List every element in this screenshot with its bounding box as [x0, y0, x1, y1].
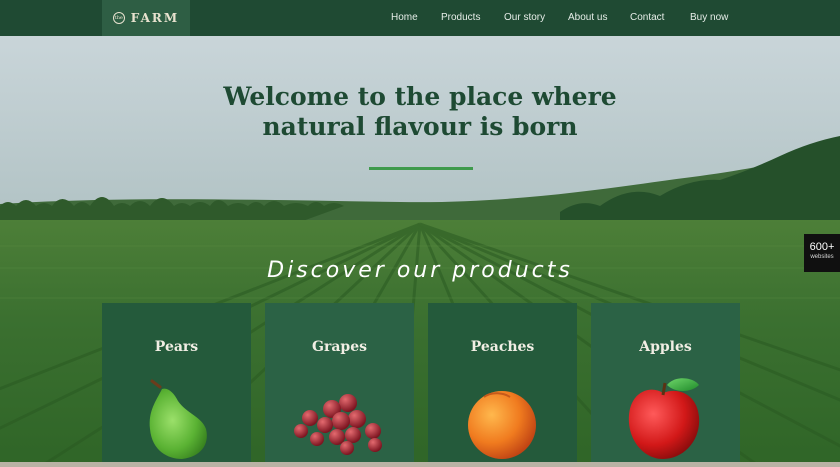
pear-icon	[149, 379, 207, 459]
grapes-icon	[294, 394, 382, 455]
bottom-strip	[0, 462, 840, 467]
nav-item-buy-now[interactable]: Buy now	[690, 12, 728, 23]
top-navbar: the FARM Home Products Our story About u…	[0, 0, 840, 36]
hero-title-line-2: natural flavour is born	[262, 112, 578, 141]
nav-item-products[interactable]: Products	[441, 12, 480, 23]
websites-badge[interactable]: 600+ websites	[804, 234, 840, 272]
product-title: Grapes	[312, 339, 367, 355]
badge-label: websites	[810, 254, 834, 260]
product-card-grapes[interactable]: Grapes	[265, 303, 414, 467]
nav-item-contact[interactable]: Contact	[630, 12, 664, 23]
product-title: Apples	[639, 339, 692, 355]
apple-icon	[628, 378, 700, 459]
nav-item-about-us[interactable]: About us	[568, 12, 607, 23]
product-title: Pears	[154, 339, 199, 355]
nav-item-home[interactable]: Home	[391, 12, 418, 23]
product-card-pears[interactable]: Pears	[102, 303, 251, 467]
discover-heading: Discover our products	[267, 258, 573, 283]
product-card-apples[interactable]: Apples	[591, 303, 740, 467]
peach-icon	[468, 391, 536, 459]
hero-divider	[369, 167, 473, 170]
hero-title-line-1: Welcome to the place where	[223, 82, 617, 111]
hero-title: Welcome to the place where natural flavo…	[0, 82, 840, 142]
logo-badge-icon: the	[112, 12, 125, 24]
product-card-peaches[interactable]: Peaches	[428, 303, 577, 467]
farm-logo[interactable]: the FARM	[102, 0, 190, 36]
product-title: Peaches	[470, 339, 535, 355]
logo-text: FARM	[130, 11, 180, 25]
badge-count: 600+	[809, 241, 835, 253]
nav-item-our-story[interactable]: Our story	[504, 12, 545, 23]
